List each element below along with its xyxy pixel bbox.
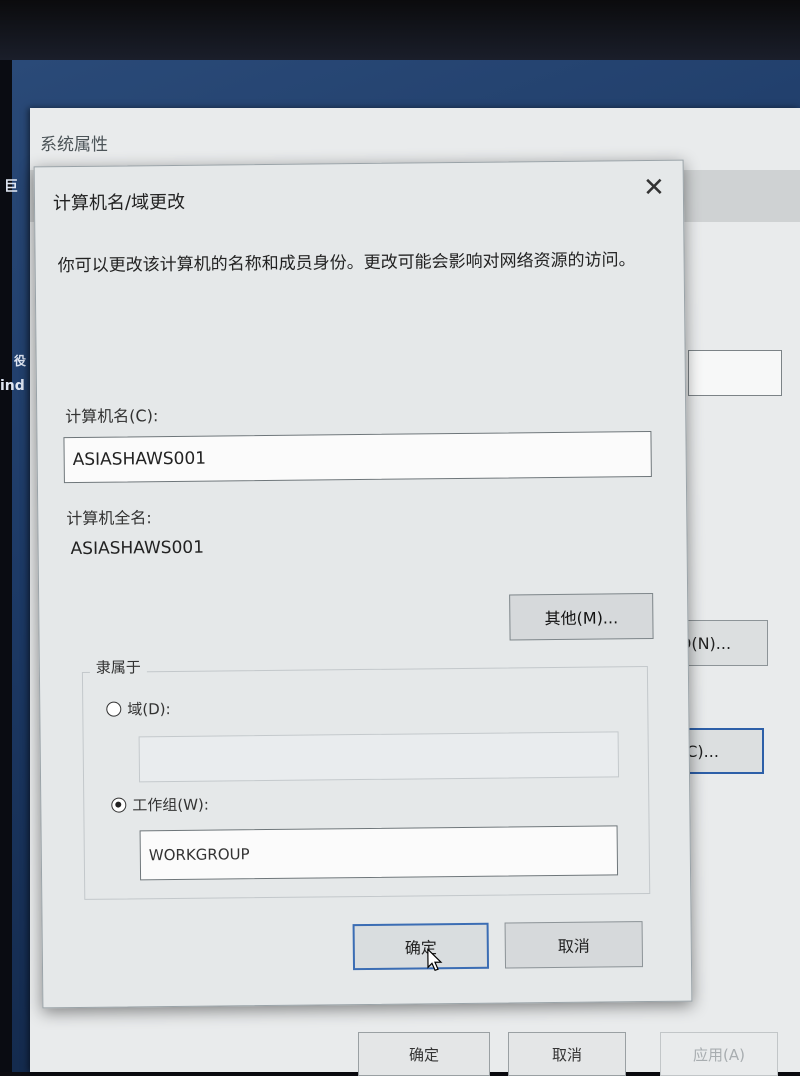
desktop-icon-label: 役	[14, 354, 27, 368]
computer-name-label: 计算机名(C):	[65, 406, 159, 427]
dialog-title: 计算机名/域更改	[52, 191, 186, 215]
screen-edge	[0, 60, 12, 1072]
mouse-cursor-icon	[427, 948, 443, 972]
full-name-label: 计算机全名:	[66, 508, 152, 529]
computer-name-input[interactable]	[63, 430, 652, 484]
dialog-description: 你可以更改该计算机的名称和成员身份。更改可能会影响对网络资源的访问。	[57, 250, 636, 277]
domain-radio-option[interactable]: 域(D):	[106, 698, 171, 720]
desktop-icon-label: ind	[0, 378, 25, 394]
workgroup-radio-label: 工作组(W):	[132, 795, 209, 815]
apply-button: 应用(A)	[660, 1032, 778, 1076]
more-button[interactable]: 其他(M)...	[509, 592, 654, 641]
computer-name-dialog: 计算机名/域更改 ✕ 你可以更改该计算机的名称和成员身份。更改可能会影响对网络资…	[33, 159, 693, 1009]
domain-radio[interactable]	[106, 701, 122, 717]
workgroup-radio[interactable]	[111, 797, 127, 813]
close-icon[interactable]: ✕	[643, 173, 665, 203]
computer-description-field[interactable]	[688, 350, 782, 396]
window-title: 系统属性	[40, 135, 108, 155]
workgroup-radio-option[interactable]: 工作组(W):	[111, 794, 209, 816]
workgroup-input[interactable]	[139, 825, 619, 881]
desktop-icon-label: 巨	[4, 179, 18, 195]
member-of-label: 隶属于	[89, 656, 147, 678]
domain-input	[138, 731, 620, 783]
domain-radio-label: 域(D):	[127, 700, 171, 719]
cancel-button[interactable]: 取消	[508, 1032, 626, 1076]
ok-button[interactable]: 确定	[352, 922, 490, 971]
monitor-bezel	[0, 0, 800, 60]
cancel-button[interactable]: 取消	[504, 921, 644, 969]
full-name-value: ASIASHAWS001	[70, 537, 205, 560]
ok-button[interactable]: 确定	[358, 1032, 490, 1076]
